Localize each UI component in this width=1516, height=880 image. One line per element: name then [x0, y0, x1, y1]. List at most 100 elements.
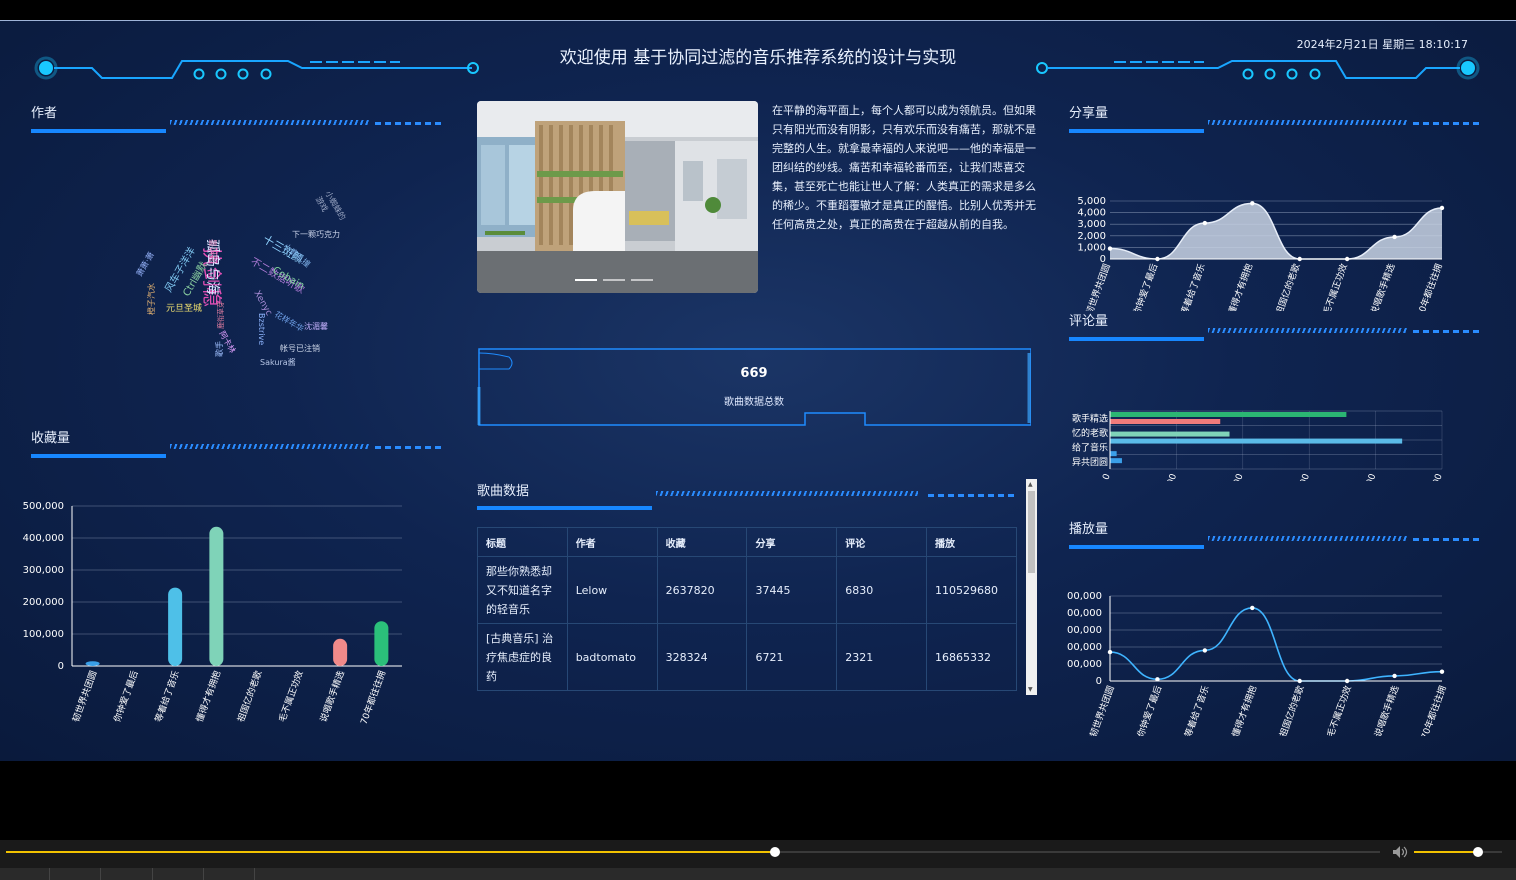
column-header[interactable]: 分享 — [746, 527, 838, 557]
y-tick-label: 3,000 — [1077, 219, 1106, 230]
description-text: 在平静的海平面上，每个人都可以成为领航员。但如果只有阳光而没有阴影，只有欢乐而没… — [772, 104, 1036, 231]
table-cell: 2321 — [836, 623, 928, 691]
table-cell: 110529680 — [926, 556, 1017, 624]
x-tick-label: 70年都往往拥 — [358, 669, 389, 726]
comments-hbar-chart: 0 500 1,000 1,500 2,000 2,500 歌手精选忆的老歌给了音乐异共团圆 — [1072, 410, 1445, 481]
word-cloud-item: Sakura酱 — [260, 358, 296, 367]
table-row[interactable]: 那些你熟悉却又不知道名字的轻音乐 Lelow 2637820 37445 683… — [477, 556, 1017, 624]
table-cell: 2637820 — [656, 556, 748, 624]
table-cell: [古典音乐] 治疗焦虑症的良药 — [477, 623, 568, 691]
comments-title-hatch — [1208, 328, 1408, 333]
x-tick-label: 说唱歌手精选 — [317, 669, 347, 724]
y-tick-label: 给了音乐 — [1072, 441, 1108, 453]
word-cloud-item: 花样年华 — [273, 309, 306, 334]
favorites-title-hatch — [170, 444, 370, 449]
column-header[interactable]: 标题 — [477, 527, 568, 557]
word-cloud-item: 小蜘蛛的游戏 — [313, 189, 348, 222]
column-header[interactable]: 播放 — [926, 527, 1017, 557]
song-total-label: 歌曲数据总数 — [724, 397, 784, 408]
data-point — [1202, 220, 1208, 226]
x-tick-label: 2,500 — [1427, 472, 1445, 481]
progress-handle[interactable] — [770, 847, 781, 857]
bar — [374, 621, 389, 666]
series-line — [1109, 607, 1443, 682]
y-tick-label: 00,000 — [1067, 591, 1102, 602]
bar — [209, 526, 224, 666]
word-cloud-item: 萧萧·萧 — [134, 250, 156, 278]
x-tick-label: 0 — [1101, 472, 1112, 481]
data-point — [1250, 201, 1255, 206]
y-tick-label: 2,000 — [1077, 231, 1106, 242]
song-total-count: 669 — [740, 366, 768, 381]
favorites-title-dash — [375, 446, 443, 449]
data-point — [1107, 649, 1113, 655]
column-header[interactable]: 收藏 — [656, 527, 748, 557]
x-tick-label: 等着给了音乐 — [1178, 262, 1208, 311]
word-cloud-item: 沈湄馨 — [304, 322, 328, 331]
x-tick-label: 毛不属正功效 — [1320, 262, 1350, 311]
plays-line-chart: 00,000 00,000 00,000 00,000 00,000 0韧世界共团圆 你钟爱… — [1067, 591, 1449, 736]
song-data-title-underline — [477, 506, 652, 510]
x-tick-label: 说唱歌手精选 — [1372, 684, 1402, 736]
shares-panel-title: 分享量 — [1069, 106, 1109, 121]
data-point — [1439, 669, 1445, 674]
bar — [1110, 419, 1221, 424]
y-tick-label: 00,000 — [1067, 608, 1102, 619]
data-point — [1107, 246, 1113, 251]
table-row[interactable]: [古典音乐] 治疗焦虑症的良药 badtomato 328324 6721 23… — [477, 623, 1017, 691]
video-player-bar — [0, 840, 1516, 880]
bar — [85, 661, 100, 666]
x-tick-label: 你钟爱了最后 — [1130, 262, 1160, 311]
volume-icon[interactable] — [1392, 845, 1408, 859]
y-tick-label: 0 — [58, 661, 64, 672]
y-tick-label: 5,000 — [1077, 196, 1106, 207]
y-tick-label: 0 — [1096, 676, 1102, 687]
y-tick-label: 00,000 — [1067, 625, 1102, 636]
data-point — [1392, 673, 1397, 679]
table-cell: 16865332 — [926, 623, 1017, 691]
x-tick-label: 祖国亿的老歌 — [1273, 262, 1303, 311]
author-title-underline — [31, 129, 166, 133]
table-scrollbar-thumb[interactable] — [1028, 491, 1035, 573]
comments-panel-title: 评论量 — [1069, 314, 1109, 329]
x-tick-label: 70年都往往拥 — [1414, 262, 1445, 311]
x-tick-label: 韧世界共团圆 — [1083, 262, 1113, 311]
volume-handle[interactable] — [1473, 847, 1484, 857]
x-tick-label: 懂得才有拥抱 — [193, 669, 223, 724]
x-tick-label: 韧世界共团圆 — [1087, 684, 1117, 736]
carousel-photo[interactable] — [477, 101, 758, 293]
bar — [1110, 458, 1122, 464]
shares-title-hatch — [1208, 120, 1408, 125]
word-cloud-item: 阿拉蕾 — [209, 239, 218, 263]
data-point — [1250, 605, 1255, 611]
x-tick-label: 1,000 — [1227, 472, 1245, 481]
song-table: 标题 作者 收藏 分享 评论 播放 那些你熟悉却又不知道名字的轻音乐 Lelow… — [477, 527, 1017, 691]
favorites-title-underline — [31, 454, 166, 458]
comments-title-underline — [1069, 337, 1204, 341]
column-header[interactable]: 作者 — [566, 527, 658, 557]
scroll-down-arrow-icon[interactable]: ▼ — [1028, 686, 1033, 693]
table-cell: 37445 — [746, 556, 838, 624]
x-tick-label: 祖国亿的老歌 — [235, 669, 265, 724]
data-point — [1439, 205, 1445, 211]
song-total-frame — [477, 348, 1031, 426]
song-data-title-hatch — [656, 491, 918, 496]
author-title-hatch — [170, 120, 370, 125]
y-tick-label: 400,000 — [23, 533, 64, 544]
column-header[interactable]: 评论 — [836, 527, 928, 557]
y-tick-label: 200,000 — [23, 597, 64, 608]
bar — [1110, 412, 1347, 417]
author-panel-title: 作者 — [31, 106, 58, 121]
x-tick-label: 等着给了音乐 — [152, 669, 182, 724]
y-tick-label: 异共团圆 — [1072, 457, 1108, 468]
table-cell: badtomato — [566, 623, 658, 691]
song-table-container[interactable]: 标题 作者 收藏 分享 评论 播放 那些你熟悉却又不知道名字的轻音乐 Lelow… — [477, 527, 1017, 694]
word-cloud-item: 歌手 — [215, 341, 224, 357]
author-word-cloud: 执剑稳 孤岛与海 十三斑颜 不二数据听歌 Cobain 下一颗巧克力 小蜘蛛的游… — [120, 181, 370, 368]
plays-title-underline — [1069, 545, 1204, 549]
data-point — [1202, 648, 1208, 653]
plays-title-dash — [1413, 538, 1481, 541]
plays-panel-title: 播放量 — [1069, 522, 1109, 537]
scroll-up-arrow-icon[interactable]: ▲ — [1028, 481, 1033, 488]
page-title: 欢迎使用 基于协同过滤的音乐推荐系统的设计与实现 — [559, 48, 957, 68]
